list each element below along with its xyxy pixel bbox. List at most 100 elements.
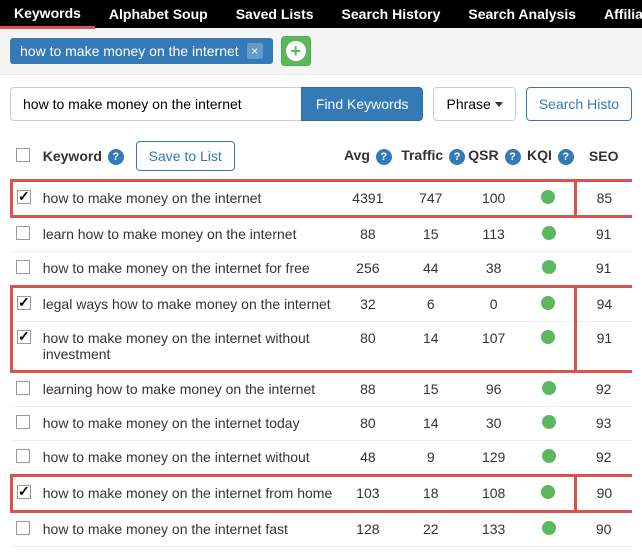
traffic-cell: 9	[397, 441, 464, 476]
traffic-cell: 44	[397, 252, 464, 287]
qsr-cell: 113	[464, 217, 523, 252]
search-group: Find Keywords	[10, 87, 423, 121]
row-checkbox[interactable]	[17, 296, 31, 310]
traffic-cell: 6	[397, 287, 464, 322]
keyword-cell[interactable]: how to make money on the internet	[39, 181, 339, 217]
keyword-cell[interactable]: how to make money on the internet withou…	[39, 441, 339, 476]
seo-cell: 90	[575, 512, 632, 547]
close-icon[interactable]: ×	[247, 43, 263, 59]
search-history-button[interactable]: Search Histo	[526, 87, 632, 121]
qsr-cell: 0	[464, 287, 523, 322]
col-kqi[interactable]: KQI ?	[523, 133, 575, 181]
info-icon[interactable]: ?	[376, 149, 392, 165]
row-checkbox[interactable]	[16, 449, 30, 463]
seo-cell: 90	[575, 476, 632, 512]
keyword-cell[interactable]: how to make money on the internet for fr…	[39, 252, 339, 287]
keyword-cell[interactable]: how to make money on the internet today	[39, 407, 339, 441]
row-checkbox[interactable]	[17, 485, 31, 499]
seo-cell: 94	[575, 287, 632, 322]
avg-cell: 48	[339, 441, 398, 476]
info-icon[interactable]: ?	[505, 149, 521, 165]
qsr-cell: 96	[464, 372, 523, 407]
row-checkbox[interactable]	[16, 381, 30, 395]
nav-item[interactable]: Search Analysis	[454, 1, 590, 27]
kqi-cell	[523, 252, 575, 287]
search-input[interactable]	[10, 87, 301, 121]
row-checkbox[interactable]	[16, 521, 30, 535]
seo-cell: 93	[575, 407, 632, 441]
traffic-cell: 22	[397, 512, 464, 547]
tag-bar: how to make money on the internet × +	[0, 28, 642, 75]
kqi-indicator-icon	[542, 226, 556, 240]
kqi-indicator-icon	[541, 296, 555, 310]
kqi-cell	[523, 287, 575, 322]
col-seo[interactable]: SEO	[575, 133, 632, 181]
table-header-row: Keyword ? Save to List Avg ? Traffic ? Q…	[12, 133, 633, 181]
results-table: Keyword ? Save to List Avg ? Traffic ? Q…	[10, 133, 632, 547]
row-checkbox[interactable]	[16, 260, 30, 274]
match-type-dropdown[interactable]: Phrase	[433, 87, 515, 121]
nav-item[interactable]: Saved Lists	[222, 1, 328, 27]
kqi-indicator-icon	[542, 381, 556, 395]
keyword-chip[interactable]: how to make money on the internet ×	[10, 38, 273, 64]
kqi-cell	[523, 372, 575, 407]
kqi-cell	[523, 217, 575, 252]
row-checkbox[interactable]	[17, 190, 31, 204]
top-nav: KeywordsAlphabet SoupSaved ListsSearch H…	[0, 0, 642, 28]
col-traffic[interactable]: Traffic ?	[397, 133, 464, 181]
col-avg[interactable]: Avg ?	[339, 133, 398, 181]
col-keyword[interactable]: Keyword ? Save to List	[39, 133, 339, 181]
kqi-indicator-icon	[542, 415, 556, 429]
kqi-indicator-icon	[541, 190, 555, 204]
row-checkbox[interactable]	[17, 330, 31, 344]
find-keywords-button[interactable]: Find Keywords	[301, 87, 424, 121]
info-icon[interactable]: ?	[449, 149, 465, 165]
table-row: how to make money on the internet from h…	[12, 476, 633, 512]
keyword-cell[interactable]: learn how to make money on the internet	[39, 217, 339, 252]
table-row: how to make money on the internet withou…	[12, 441, 633, 476]
kqi-indicator-icon	[541, 485, 555, 499]
kqi-cell	[523, 181, 575, 217]
keyword-cell[interactable]: how to make money on the internet from h…	[39, 476, 339, 512]
avg-cell: 256	[339, 252, 398, 287]
keyword-cell[interactable]: how to make money on the internet fast	[39, 512, 339, 547]
traffic-cell: 14	[397, 322, 464, 372]
save-to-list-button[interactable]: Save to List	[136, 141, 235, 171]
kqi-indicator-icon	[542, 260, 556, 274]
keyword-cell[interactable]: learning how to make money on the intern…	[39, 372, 339, 407]
search-row: Find Keywords Phrase Search Histo	[0, 75, 642, 133]
traffic-cell: 15	[397, 372, 464, 407]
table-row: legal ways how to make money on the inte…	[12, 287, 633, 322]
plus-icon: +	[286, 41, 306, 61]
seo-cell: 85	[575, 181, 632, 217]
seo-cell: 91	[575, 322, 632, 372]
nav-item[interactable]: Search History	[328, 1, 455, 27]
row-checkbox[interactable]	[16, 226, 30, 240]
table-row: how to make money on the internet withou…	[12, 322, 633, 372]
qsr-cell: 129	[464, 441, 523, 476]
select-all-checkbox[interactable]	[16, 148, 30, 162]
avg-cell: 80	[339, 322, 398, 372]
kqi-indicator-icon	[541, 330, 555, 344]
qsr-cell: 107	[464, 322, 523, 372]
seo-cell: 91	[575, 252, 632, 287]
table-row: how to make money on the internet today8…	[12, 407, 633, 441]
nav-item[interactable]: Alphabet Soup	[95, 1, 222, 27]
avg-cell: 32	[339, 287, 398, 322]
qsr-cell: 38	[464, 252, 523, 287]
nav-item[interactable]: Keywords	[0, 0, 95, 29]
keyword-cell[interactable]: legal ways how to make money on the inte…	[39, 287, 339, 322]
info-icon[interactable]: ?	[108, 149, 124, 165]
info-icon[interactable]: ?	[558, 149, 574, 165]
kqi-cell	[523, 476, 575, 512]
qsr-cell: 108	[464, 476, 523, 512]
kqi-cell	[523, 441, 575, 476]
qsr-cell: 30	[464, 407, 523, 441]
row-checkbox[interactable]	[16, 415, 30, 429]
add-keyword-button[interactable]: +	[281, 36, 311, 66]
col-qsr[interactable]: QSR ?	[464, 133, 523, 181]
seo-cell: 92	[575, 441, 632, 476]
nav-item[interactable]: Affiliate P	[590, 1, 642, 27]
keyword-cell[interactable]: how to make money on the internet withou…	[39, 322, 339, 372]
traffic-cell: 18	[397, 476, 464, 512]
